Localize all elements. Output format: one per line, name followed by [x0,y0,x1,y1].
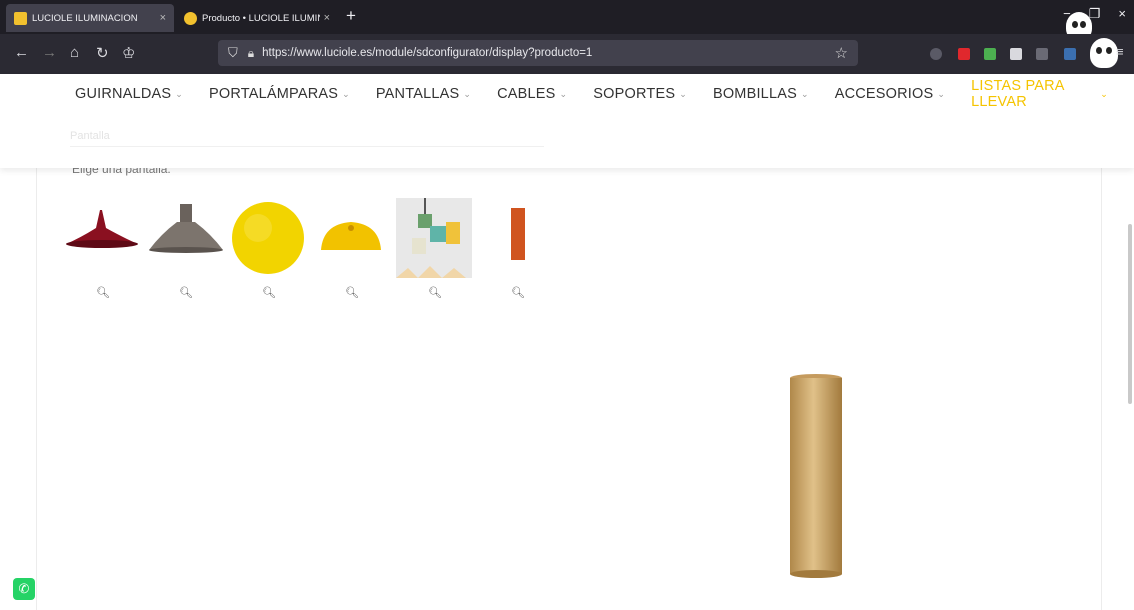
pocket-icon[interactable] [930,48,942,60]
shade-option[interactable]: 🔍︎ [228,198,311,308]
tab-luciole-home[interactable]: LUCIOLE ILUMINACION × [6,4,174,32]
chevron-down-icon: ⌄ [800,88,809,99]
home-icon[interactable]: ⌂ [70,44,79,61]
chevron-down-icon: ⌄ [342,88,350,99]
chevron-down-icon: ⌄ [175,88,184,99]
shade-option[interactable]: 🔍︎ [311,198,394,308]
menu-item-soportes[interactable]: SOPORTES ⌄ [593,78,687,110]
zoom-icon[interactable]: 🔍︎ [179,286,193,299]
site-menu: GUIRNALDAS ⌄ PORTALÁMPARAS ⌄ PANTALLAS ⌄ CA… [0,74,1134,168]
menu-item-pantallas[interactable]: PANTALLAS ⌄ [376,78,471,110]
shade-image-orange-tube[interactable] [479,198,555,278]
reader-icon[interactable] [1036,48,1048,60]
close-window-button[interactable]: × [1118,6,1126,22]
address-bar[interactable]: ⛉ 🔒︎ https://www.luciole.es/module/sdcon… [218,40,858,66]
chevron-down-icon: ⌄ [679,88,687,99]
zoom-icon[interactable]: 🔍︎ [262,286,276,299]
menu-item-listas-para-llevar[interactable]: LISTAS PARA LLEVAR ⌄ [971,78,1108,110]
content-border [1101,168,1102,610]
menu-item-bombillas[interactable]: BOMBILLAS ⌄ [713,78,809,110]
zoom-icon[interactable]: 🔍︎ [428,286,442,299]
close-tab-icon[interactable]: × [160,12,166,24]
tab-title: LUCIOLE ILUMINACION [32,12,138,24]
shade-option[interactable]: 🔍︎ [394,198,477,308]
back-arrow-icon[interactable]: ← [14,44,29,61]
shade-option[interactable]: 🔍︎ [62,198,145,308]
shade-image-yellow-dome[interactable] [230,198,306,278]
tracking-shield-icon[interactable]: ⛉ [228,45,238,61]
shade-image-grey-cone[interactable] [147,198,223,278]
divider [70,146,544,147]
luciole-favicon-icon [184,11,197,25]
reload-icon[interactable]: ↻ [96,44,109,62]
shade-options: 🔍︎ 🔍︎ 🔍︎ 🔍︎ 🔍︎ 🔍︎ [62,198,560,308]
content-border [36,168,37,610]
whatsapp-chat-button[interactable]: ✆ [13,578,35,600]
menu-item-guirnaldas[interactable]: GUIRNALDAS ⌄ [75,78,183,110]
url-text[interactable]: https://www.luciole.es/module/sdconfigur… [262,47,834,59]
luciole-favicon-icon [14,11,27,25]
menu-item-cables[interactable]: CABLES ⌄ [497,78,567,110]
chevron-down-icon: ⌄ [937,88,946,99]
product-preview-gold-tube [788,374,844,585]
chevron-down-icon: ⌄ [559,88,568,99]
zoom-icon[interactable]: 🔍︎ [96,286,110,299]
shade-image-red-cone[interactable] [64,198,140,278]
zoom-icon[interactable]: 🔍︎ [345,286,359,299]
lock-icon[interactable]: 🔒︎ [248,46,254,61]
tab-title: Producto • LUCIOLE ILUMINACI [202,12,320,24]
bookmark-star-icon[interactable]: ☆ [835,44,848,62]
page-content: GUIRNALDAS ⌄ PORTALÁMPARAS ⌄ PANTALLAS ⌄ CA… [0,74,1134,610]
section-label: Pantalla [70,130,110,142]
chevron-down-icon: ⌄ [1100,88,1108,99]
navigation-toolbar: ← → ⌂ ↻ ♔ ⛉ 🔒︎ https://www.luciole.es/mo… [0,34,1134,74]
extension-icon[interactable]: ♔ [122,44,135,62]
hamburger-menu-icon[interactable]: ≡ [1116,44,1124,59]
shade-image-colored-pendants[interactable] [396,198,472,278]
new-tab-button[interactable]: + [346,6,356,26]
shade-image-yellow-small[interactable] [313,198,389,278]
extension-tile-icon[interactable] [1064,48,1076,60]
shade-option[interactable]: 🔍︎ [145,198,228,308]
menu-item-accesorios[interactable]: ACCESORIOS ⌄ [835,78,945,110]
screenshot-icon[interactable] [1010,48,1022,60]
chevron-down-icon: ⌄ [463,88,472,99]
tab-producto[interactable]: Producto • LUCIOLE ILUMINACI × [176,4,338,32]
forward-arrow-icon[interactable]: → [42,44,57,61]
whatsapp-icon: ✆ [18,581,30,596]
close-tab-icon[interactable]: × [324,12,330,24]
page-scrollbar[interactable] [1128,224,1132,404]
tab-strip: LUCIOLE ILUMINACION × Producto • LUCIOLE… [0,0,1134,40]
color-picker-icon[interactable] [984,48,996,60]
browser-window: LUCIOLE ILUMINACION × Producto • LUCIOLE… [0,0,1134,610]
menu-items: GUIRNALDAS ⌄ PORTALÁMPARAS ⌄ PANTALLAS ⌄ CA… [75,78,1134,110]
adblock-icon[interactable] [958,48,970,60]
menu-item-portalamparas[interactable]: PORTALÁMPARAS ⌄ [209,78,350,110]
ghost-mascot-icon [1090,38,1118,68]
shade-option[interactable]: 🔍︎ [477,198,560,308]
zoom-icon[interactable]: 🔍︎ [511,286,525,299]
